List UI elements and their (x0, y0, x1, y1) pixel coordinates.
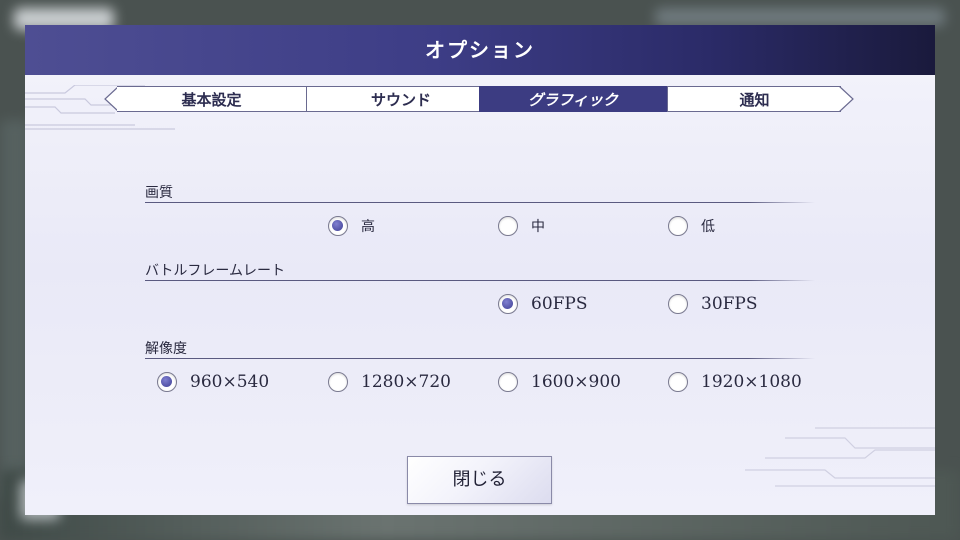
section-divider (145, 358, 815, 359)
tab-sound[interactable]: サウンド (307, 86, 495, 112)
quality-option-low[interactable]: 低 (668, 213, 715, 239)
radio-empty-icon[interactable] (328, 372, 348, 392)
resolution-option-960x540[interactable]: 960×540 (157, 369, 269, 395)
option-label: 中 (531, 219, 545, 235)
radio-empty-icon[interactable] (498, 372, 518, 392)
quality-option-high[interactable]: 高 (328, 213, 375, 239)
resolution-option-1600x900[interactable]: 1600×900 (498, 369, 621, 395)
quality-label: 画質 (145, 185, 173, 201)
frame-rate-option-30[interactable]: 30FPS (668, 291, 758, 317)
tab-basic-settings[interactable]: 基本設定 (117, 86, 307, 112)
radio-empty-icon[interactable] (498, 216, 518, 236)
radio-selected-icon[interactable] (328, 216, 348, 236)
radio-empty-icon[interactable] (668, 216, 688, 236)
tab-bar: 基本設定 サウンド グラフィック 通知 (103, 86, 855, 112)
option-label: 30FPS (701, 294, 758, 314)
option-label: 1600×900 (531, 372, 621, 392)
option-label: 1920×1080 (701, 372, 802, 392)
option-label: 60FPS (531, 294, 588, 314)
frame-rate-option-60[interactable]: 60FPS (498, 291, 588, 317)
background-blur (655, 8, 945, 26)
radio-empty-icon[interactable] (668, 372, 688, 392)
circuit-decoration (745, 427, 935, 487)
options-dialog: オプション 基本設定 サウンド グラフィック 通知 画質 高 中 低 バトルフレ… (25, 25, 935, 515)
close-button[interactable]: 閉じる (407, 456, 552, 504)
chevron-right-icon (839, 86, 854, 112)
option-label: 高 (361, 219, 375, 235)
radio-empty-icon[interactable] (668, 294, 688, 314)
option-label: 低 (701, 219, 715, 235)
section-divider (145, 202, 815, 203)
resolution-option-1280x720[interactable]: 1280×720 (328, 369, 451, 395)
resolution-label: 解像度 (145, 341, 187, 357)
tab-notifications[interactable]: 通知 (667, 86, 841, 112)
section-divider (145, 280, 815, 281)
resolution-option-1920x1080[interactable]: 1920×1080 (668, 369, 802, 395)
option-label: 1280×720 (361, 372, 451, 392)
dialog-title: オプション (25, 25, 935, 75)
tab-graphics[interactable]: グラフィック (479, 86, 667, 112)
radio-selected-icon[interactable] (498, 294, 518, 314)
radio-selected-icon[interactable] (157, 372, 177, 392)
option-label: 960×540 (190, 372, 270, 392)
quality-option-medium[interactable]: 中 (498, 213, 545, 239)
frame-rate-label: バトルフレームレート (145, 263, 285, 279)
